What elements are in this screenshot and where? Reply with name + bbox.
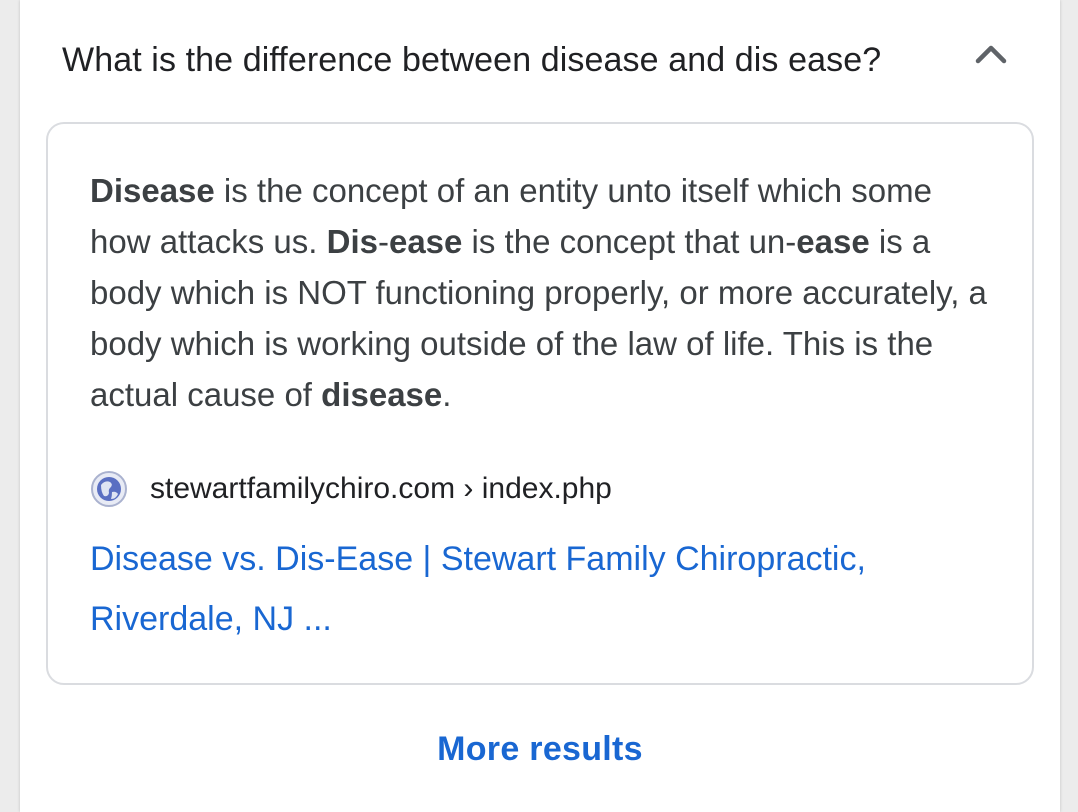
answer-bold-term: Disease <box>90 172 215 209</box>
answer-box: Disease is the concept of an entity unto… <box>46 122 1034 685</box>
answer-snippet: Disease is the concept of an entity unto… <box>90 165 990 420</box>
source-url: stewartfamilychiro.com › index.php <box>150 472 612 505</box>
chevron-up-icon[interactable] <box>970 34 1012 76</box>
answer-bold-term: disease <box>321 376 443 413</box>
answer-text-segment: is the concept that un- <box>462 223 797 260</box>
answer-text-segment: . <box>442 376 452 413</box>
question-text: What is the difference between disease a… <box>62 41 882 79</box>
more-results-button[interactable]: More results <box>20 730 1060 769</box>
faq-card: What is the difference between disease a… <box>20 0 1060 812</box>
answer-bold-term: ease <box>388 223 463 260</box>
question-row[interactable]: What is the difference between disease a… <box>20 0 1060 118</box>
answer-text-segment: - <box>377 223 389 260</box>
result-title-link[interactable]: Disease vs. Dis-Ease | Stewart Family Ch… <box>90 529 970 649</box>
answer-bold-term: ease <box>796 223 870 260</box>
answer-bold-term: Dis <box>326 223 378 260</box>
globe-icon <box>91 471 127 507</box>
source-row[interactable]: stewartfamilychiro.com › index.php <box>90 470 970 510</box>
